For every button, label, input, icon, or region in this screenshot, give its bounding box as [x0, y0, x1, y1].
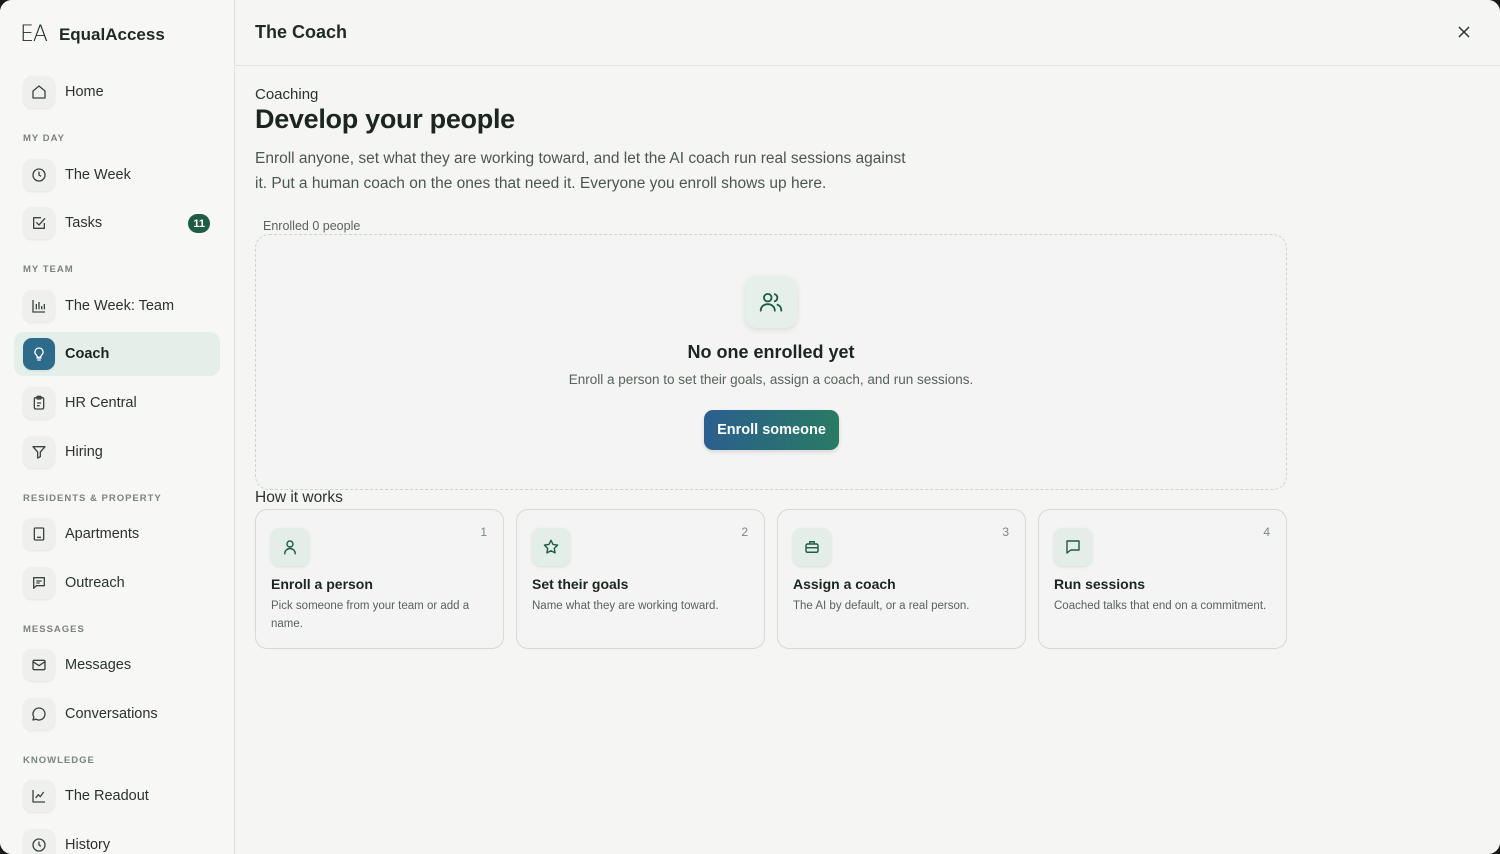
sidebar-item-label: Outreach	[65, 575, 125, 591]
sidebar-item-hr-central[interactable]: HR Central	[14, 381, 220, 425]
sidebar-item-the-readout[interactable]: The Readout	[14, 774, 220, 818]
how-it-works-steps: 1 Enroll a person Pick someone from your…	[255, 509, 1287, 649]
sidebar-item-messages[interactable]: Messages	[14, 643, 220, 687]
section-label-my-team: MY TEAM	[23, 264, 74, 275]
close-button[interactable]	[1452, 20, 1476, 44]
section-label-residents: RESIDENTS & PROPERTY	[23, 493, 162, 504]
message-square-icon	[23, 567, 55, 599]
tasks-count-badge: 11	[188, 214, 210, 233]
lede: Enroll anyone, set what they are working…	[255, 150, 906, 192]
filter-icon	[23, 436, 55, 468]
user-icon	[271, 528, 309, 566]
chat-bubble-icon	[23, 698, 55, 730]
sidebar-item-conversations[interactable]: Conversations	[14, 692, 220, 736]
sidebar-item-home[interactable]: Home	[14, 70, 220, 114]
lightbulb-icon	[23, 338, 55, 370]
brand-logo: EA	[20, 22, 48, 47]
step-number: 3	[1002, 525, 1009, 539]
sidebar-item-label: History	[65, 837, 111, 853]
briefcase-icon	[793, 528, 831, 566]
enrolled-count-label: Enrolled 0 people	[263, 219, 361, 233]
empty-state-subtitle: Enroll a person to set their goals, assi…	[568, 372, 974, 387]
enroll-someone-button[interactable]: Enroll someone	[704, 410, 839, 450]
page-title: The Coach	[255, 22, 348, 42]
step-number: 2	[741, 525, 748, 539]
main-panel: The Coach Coaching Develop your people E…	[235, 0, 1500, 854]
eyebrow: Coaching	[255, 86, 319, 103]
step-title: Assign a coach	[793, 576, 896, 592]
sidebar-item-hiring[interactable]: Hiring	[14, 430, 220, 474]
how-it-works-title: How it works	[255, 489, 343, 506]
step-description: Coached talks that end on a commitment.	[1054, 600, 1267, 612]
sidebar-item-label: Conversations	[65, 706, 158, 722]
sidebar-item-history[interactable]: History	[14, 823, 220, 854]
step-description: The AI by default, or a real person.	[793, 600, 970, 612]
step-title: Enroll a person	[271, 576, 373, 592]
building-icon	[23, 518, 55, 550]
bar-chart-icon	[23, 290, 55, 322]
sidebar-item-label: Home	[65, 84, 104, 100]
section-label-knowledge: KNOWLEDGE	[23, 755, 95, 766]
step-title: Set their goals	[532, 576, 629, 592]
chat-bubble-icon	[1054, 528, 1092, 566]
sidebar-item-label: Apartments	[65, 526, 140, 542]
empty-state-card: No one enrolled yet Enroll a person to s…	[255, 234, 1287, 490]
sidebar-item-label: Tasks	[65, 215, 103, 231]
sidebar-item-label: Coach	[65, 346, 110, 362]
section-label-my-day: MY DAY	[23, 133, 65, 144]
step-card-assign-coach: 3 Assign a coach The AI by default, or a…	[777, 509, 1026, 649]
sidebar-item-the-week-team[interactable]: The Week: Team	[14, 284, 220, 328]
app-window: EA EqualAccess Home MY DAY The Week Task…	[0, 0, 1500, 854]
step-card-goals: 2 Set their goals Name what they are wor…	[516, 509, 765, 649]
brand[interactable]: EA EqualAccess	[20, 22, 165, 47]
sidebar-item-label: The Week: Team	[65, 298, 175, 314]
headline: Develop your people	[255, 104, 515, 134]
sidebar-item-label: The Readout	[65, 788, 149, 804]
step-number: 4	[1263, 525, 1270, 539]
close-icon	[1458, 26, 1470, 38]
panel-header: The Coach	[235, 0, 1500, 66]
checkbox-icon	[23, 207, 55, 239]
clock-icon	[23, 829, 55, 854]
step-description: Pick someone from your team or add a nam…	[271, 600, 470, 630]
step-card-run-sessions: 4 Run sessions Coached talks that end on…	[1038, 509, 1287, 649]
star-icon	[532, 528, 570, 566]
sidebar-item-apartments[interactable]: Apartments	[14, 512, 220, 556]
line-chart-icon	[23, 780, 55, 812]
step-number: 1	[480, 525, 487, 539]
users-icon	[745, 276, 797, 328]
sidebar-item-the-week[interactable]: The Week	[14, 153, 220, 197]
clock-icon	[23, 159, 55, 191]
sidebar-item-label: Hiring	[65, 444, 103, 460]
mail-icon	[23, 649, 55, 681]
empty-state-title: No one enrolled yet	[687, 342, 855, 362]
brand-name: EqualAccess	[58, 24, 165, 44]
step-card-enroll: 1 Enroll a person Pick someone from your…	[255, 509, 504, 649]
home-icon	[23, 76, 55, 108]
sidebar-item-outreach[interactable]: Outreach	[14, 561, 220, 605]
section-label-messages: MESSAGES	[23, 624, 85, 635]
step-title: Run sessions	[1054, 576, 1146, 592]
sidebar-item-coach[interactable]: Coach	[14, 332, 220, 376]
sidebar-item-tasks[interactable]: Tasks 11	[14, 201, 220, 245]
sidebar-item-label: Messages	[65, 657, 132, 673]
clipboard-icon	[23, 387, 55, 419]
sidebar: EA EqualAccess Home MY DAY The Week Task…	[0, 0, 235, 854]
step-description: Name what they are working toward.	[532, 600, 719, 612]
sidebar-item-label: The Week	[65, 167, 131, 183]
sidebar-item-label: HR Central	[65, 395, 137, 411]
